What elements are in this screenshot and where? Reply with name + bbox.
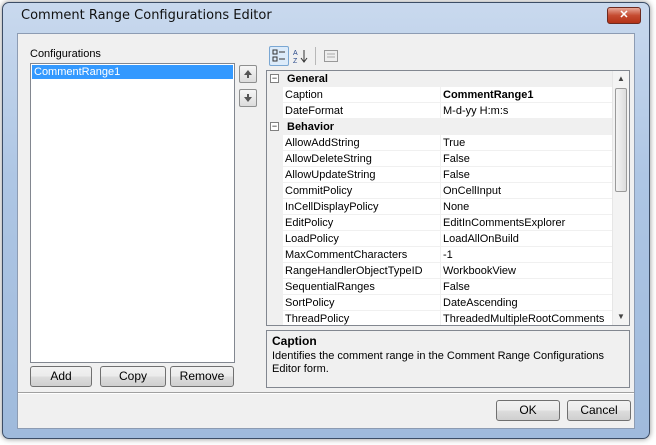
property-grid-rows: − General Caption CommentRange1 DateFormat M-… bbox=[267, 71, 613, 325]
row-gutter bbox=[267, 199, 283, 215]
property-name[interactable]: CommitPolicy bbox=[283, 183, 441, 199]
property-row[interactable]: DateFormat M-d-yy H:m:s bbox=[267, 103, 613, 119]
property-name[interactable]: DateFormat bbox=[283, 103, 441, 119]
property-pages-button[interactable] bbox=[321, 46, 341, 66]
scroll-down-icon[interactable]: ▼ bbox=[613, 309, 629, 325]
property-row[interactable]: Caption CommentRange1 bbox=[267, 87, 613, 103]
window-title: Comment Range Configurations Editor bbox=[21, 8, 272, 23]
property-name[interactable]: AllowDeleteString bbox=[283, 151, 441, 167]
description-text: Identifies the comment range in the Comm… bbox=[272, 350, 605, 375]
property-row[interactable]: InCellDisplayPolicy None bbox=[267, 199, 613, 215]
row-gutter bbox=[267, 279, 283, 295]
add-button[interactable]: Add bbox=[30, 366, 92, 387]
row-gutter bbox=[267, 103, 283, 119]
divider bbox=[18, 392, 634, 394]
property-value[interactable]: True bbox=[441, 135, 613, 151]
collapse-icon[interactable]: − bbox=[270, 74, 279, 83]
remove-button[interactable]: Remove bbox=[170, 366, 234, 387]
property-row[interactable]: ThreadPolicy ThreadedMultipleRootComments bbox=[267, 311, 613, 325]
copy-button[interactable]: Copy bbox=[100, 366, 166, 387]
property-name[interactable]: ThreadPolicy bbox=[283, 311, 441, 325]
collapse-icon[interactable]: − bbox=[270, 122, 279, 131]
property-value[interactable]: M-d-yy H:m:s bbox=[441, 103, 613, 119]
property-row[interactable]: SequentialRanges False bbox=[267, 279, 613, 295]
property-value[interactable]: WorkbookView bbox=[441, 263, 613, 279]
property-value[interactable]: -1 bbox=[441, 247, 613, 263]
toolbar-separator bbox=[315, 47, 316, 65]
property-name[interactable]: RangeHandlerObjectTypeID bbox=[283, 263, 441, 279]
title-bar[interactable]: Comment Range Configurations Editor ✕ bbox=[3, 3, 649, 29]
row-gutter bbox=[267, 167, 283, 183]
row-gutter bbox=[267, 215, 283, 231]
category-name: General bbox=[287, 73, 328, 85]
row-gutter bbox=[267, 311, 283, 325]
svg-text:A: A bbox=[293, 50, 298, 57]
categorized-button[interactable] bbox=[269, 46, 289, 66]
property-row[interactable]: MaxCommentCharacters -1 bbox=[267, 247, 613, 263]
property-name[interactable]: SortPolicy bbox=[283, 295, 441, 311]
row-gutter bbox=[267, 263, 283, 279]
scroll-thumb[interactable] bbox=[615, 88, 627, 192]
property-pages-icon bbox=[324, 50, 338, 62]
property-name[interactable]: AllowAddString bbox=[283, 135, 441, 151]
property-row[interactable]: SortPolicy DateAscending bbox=[267, 295, 613, 311]
row-gutter bbox=[267, 151, 283, 167]
property-row[interactable]: AllowUpdateString False bbox=[267, 167, 613, 183]
property-name[interactable]: LoadPolicy bbox=[283, 231, 441, 247]
arrow-up-icon bbox=[244, 70, 252, 78]
description-panel: Caption Identifies the comment range in … bbox=[266, 330, 630, 388]
property-row[interactable]: CommitPolicy OnCellInput bbox=[267, 183, 613, 199]
row-gutter bbox=[267, 183, 283, 199]
ok-button[interactable]: OK bbox=[496, 400, 560, 421]
description-title: Caption bbox=[272, 334, 317, 348]
row-gutter bbox=[267, 135, 283, 151]
cancel-button[interactable]: Cancel bbox=[567, 400, 631, 421]
property-name[interactable]: EditPolicy bbox=[283, 215, 441, 231]
property-grid[interactable]: − General Caption CommentRange1 DateFormat M-… bbox=[266, 70, 630, 326]
arrow-down-icon bbox=[244, 94, 252, 102]
property-name[interactable]: SequentialRanges bbox=[283, 279, 441, 295]
configurations-list[interactable]: CommentRange1 bbox=[30, 63, 235, 363]
alphabetical-button[interactable]: A Z bbox=[291, 46, 311, 66]
property-name[interactable]: AllowUpdateString bbox=[283, 167, 441, 183]
property-value[interactable]: False bbox=[441, 167, 613, 183]
property-row[interactable]: AllowDeleteString False bbox=[267, 151, 613, 167]
move-down-button[interactable] bbox=[239, 89, 257, 107]
property-name[interactable]: InCellDisplayPolicy bbox=[283, 199, 441, 215]
scroll-up-icon[interactable]: ▲ bbox=[613, 71, 629, 87]
property-value[interactable]: OnCellInput bbox=[441, 183, 613, 199]
property-row[interactable]: RangeHandlerObjectTypeID WorkbookView bbox=[267, 263, 613, 279]
editor-window: Comment Range Configurations Editor ✕ Co… bbox=[2, 2, 650, 439]
category-name: Behavior bbox=[287, 121, 335, 133]
close-button[interactable]: ✕ bbox=[607, 7, 641, 24]
property-name[interactable]: Caption bbox=[283, 87, 441, 103]
configurations-label: Configurations bbox=[30, 48, 101, 60]
row-gutter bbox=[267, 295, 283, 311]
move-up-button[interactable] bbox=[239, 65, 257, 83]
property-grid-scrollbar[interactable]: ▲ ▼ bbox=[612, 71, 629, 325]
sort-alpha-icon: A Z bbox=[293, 50, 308, 65]
property-value[interactable]: ThreadedMultipleRootComments bbox=[441, 311, 613, 325]
property-value[interactable]: False bbox=[441, 151, 613, 167]
property-value[interactable]: LoadAllOnBuild bbox=[441, 231, 613, 247]
category-row[interactable]: − Behavior bbox=[267, 119, 613, 135]
property-row[interactable]: AllowAddString True bbox=[267, 135, 613, 151]
property-name[interactable]: MaxCommentCharacters bbox=[283, 247, 441, 263]
row-gutter bbox=[267, 247, 283, 263]
property-value[interactable]: EditInCommentsExplorer bbox=[441, 215, 613, 231]
row-gutter bbox=[267, 87, 283, 103]
category-row[interactable]: − General bbox=[267, 71, 613, 87]
categorized-icon bbox=[272, 49, 285, 62]
property-value[interactable]: CommentRange1 bbox=[441, 87, 613, 103]
property-row[interactable]: LoadPolicy LoadAllOnBuild bbox=[267, 231, 613, 247]
close-icon: ✕ bbox=[619, 9, 629, 21]
list-item[interactable]: CommentRange1 bbox=[32, 65, 233, 79]
property-value[interactable]: None bbox=[441, 199, 613, 215]
property-value[interactable]: DateAscending bbox=[441, 295, 613, 311]
property-value[interactable]: False bbox=[441, 279, 613, 295]
property-row[interactable]: EditPolicy EditInCommentsExplorer bbox=[267, 215, 613, 231]
row-gutter bbox=[267, 231, 283, 247]
svg-text:Z: Z bbox=[293, 58, 298, 64]
dialog-client: Configurations CommentRange1 Add Copy Re… bbox=[17, 33, 635, 429]
